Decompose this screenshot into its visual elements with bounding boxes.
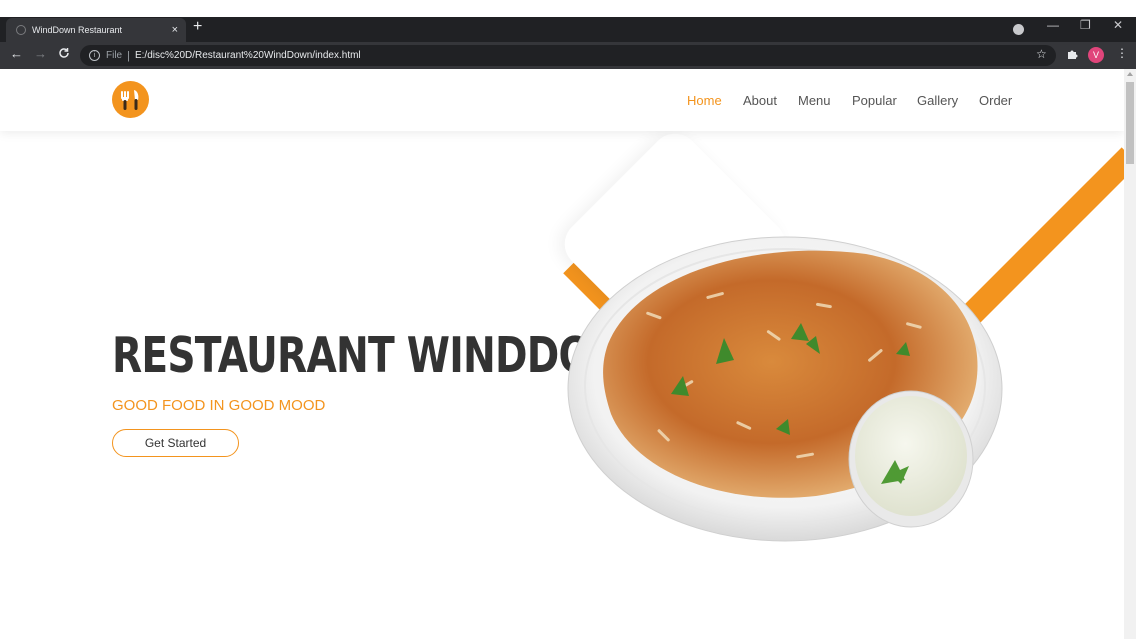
- bookmark-star-icon[interactable]: ☆: [1036, 48, 1047, 60]
- puzzle-icon[interactable]: [1066, 48, 1078, 62]
- tab-title: WindDown Restaurant: [32, 25, 123, 35]
- reload-icon[interactable]: [58, 47, 70, 61]
- plate-illustration: [567, 236, 1003, 542]
- reload-glyph: [59, 48, 69, 58]
- scrollbar-thumb[interactable]: [1126, 82, 1134, 164]
- close-window-button[interactable]: ✕: [1113, 19, 1123, 31]
- address-bar[interactable]: i File | E:/disc%20D/Restaurant%20WindDo…: [80, 45, 1056, 66]
- puzzle-glyph: [1068, 50, 1078, 59]
- site-header: Home About Menu Popular Gallery Order: [0, 69, 1124, 131]
- info-icon[interactable]: i: [89, 50, 100, 61]
- nav-home[interactable]: Home: [687, 93, 722, 108]
- address-separator: |: [127, 49, 130, 62]
- page-viewport: Home About Menu Popular Gallery Order RE…: [0, 69, 1124, 639]
- back-icon[interactable]: ←: [10, 47, 23, 60]
- nav-gallery[interactable]: Gallery: [917, 93, 958, 108]
- restore-button[interactable]: ❐: [1080, 19, 1091, 31]
- tab-search-icon[interactable]: [1013, 24, 1024, 35]
- browser-menu-icon[interactable]: ⋮: [1116, 47, 1128, 59]
- browser-tab[interactable]: WindDown Restaurant ×: [6, 18, 186, 42]
- globe-icon: [16, 25, 26, 35]
- get-started-button[interactable]: Get Started: [112, 429, 239, 457]
- hero-subtitle: GOOD FOOD IN GOOD MOOD: [112, 397, 326, 414]
- tab-bar: WindDown Restaurant ×: [0, 17, 1136, 42]
- close-tab-icon[interactable]: ×: [172, 24, 178, 36]
- forward-icon[interactable]: →: [34, 47, 47, 60]
- nav-about[interactable]: About: [743, 93, 777, 108]
- address-url[interactable]: E:/disc%20D/Restaurant%20WindDown/index.…: [135, 50, 361, 61]
- profile-avatar[interactable]: V: [1088, 47, 1104, 63]
- window-top-strip: [0, 0, 1136, 17]
- nav-popular[interactable]: Popular: [852, 93, 897, 108]
- address-scheme-label: File: [106, 50, 123, 61]
- minimize-button[interactable]: —: [1047, 19, 1059, 31]
- biryani-plate-image: [566, 234, 1004, 544]
- scroll-up-arrow-icon[interactable]: [1127, 72, 1133, 76]
- fork-knife-icon[interactable]: [112, 81, 149, 118]
- nav-order[interactable]: Order: [979, 93, 1012, 108]
- nav-menu[interactable]: Menu: [798, 93, 831, 108]
- new-tab-button[interactable]: +: [193, 19, 202, 35]
- logo-glyph: [121, 90, 139, 110]
